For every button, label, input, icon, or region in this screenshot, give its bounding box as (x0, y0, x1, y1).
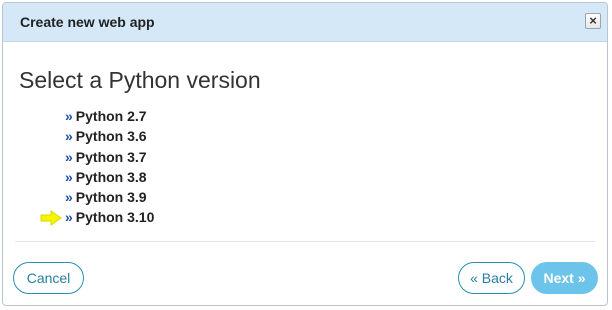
list-item: » Python 3.6 (65, 126, 154, 146)
footer-divider (15, 241, 595, 242)
python-version-link[interactable]: Python 2.7 (76, 108, 147, 124)
list-item-highlighted: » Python 3.10 (40, 207, 155, 227)
python-version-link[interactable]: Python 3.6 (76, 128, 147, 144)
next-button[interactable]: Next » (531, 262, 598, 294)
right-arrow-icon (40, 210, 62, 227)
list-item: » Python 3.7 (65, 147, 154, 167)
page-title: Select a Python version (19, 67, 261, 93)
close-button[interactable]: × (585, 13, 601, 29)
create-web-app-dialog: Create new web app × Select a Python ver… (2, 2, 608, 306)
bullet-icon: » (65, 209, 73, 226)
list-item: » Python 3.8 (65, 167, 154, 187)
list-item: » Python 3.9 (65, 187, 154, 207)
python-version-list: » Python 2.7 » Python 3.6 » Python 3.7 » Pyt… (40, 106, 155, 228)
python-version-link[interactable]: Python 3.7 (76, 149, 147, 165)
list-item: » Python 2.7 (65, 106, 154, 126)
dialog-titlebar: Create new web app × (3, 3, 607, 42)
python-version-link[interactable]: Python 3.10 (76, 209, 155, 225)
back-button[interactable]: « Back (458, 262, 525, 294)
python-version-link[interactable]: Python 3.8 (76, 169, 147, 185)
bullet-icon: » (65, 148, 73, 165)
python-version-link[interactable]: Python 3.9 (76, 189, 147, 205)
bullet-icon: » (65, 168, 73, 185)
bullet-icon: » (65, 108, 73, 124)
bullet-icon: » (65, 189, 73, 206)
dialog-title: Create new web app (20, 14, 155, 30)
cancel-button[interactable]: Cancel (13, 262, 84, 294)
bullet-icon: » (65, 128, 73, 145)
